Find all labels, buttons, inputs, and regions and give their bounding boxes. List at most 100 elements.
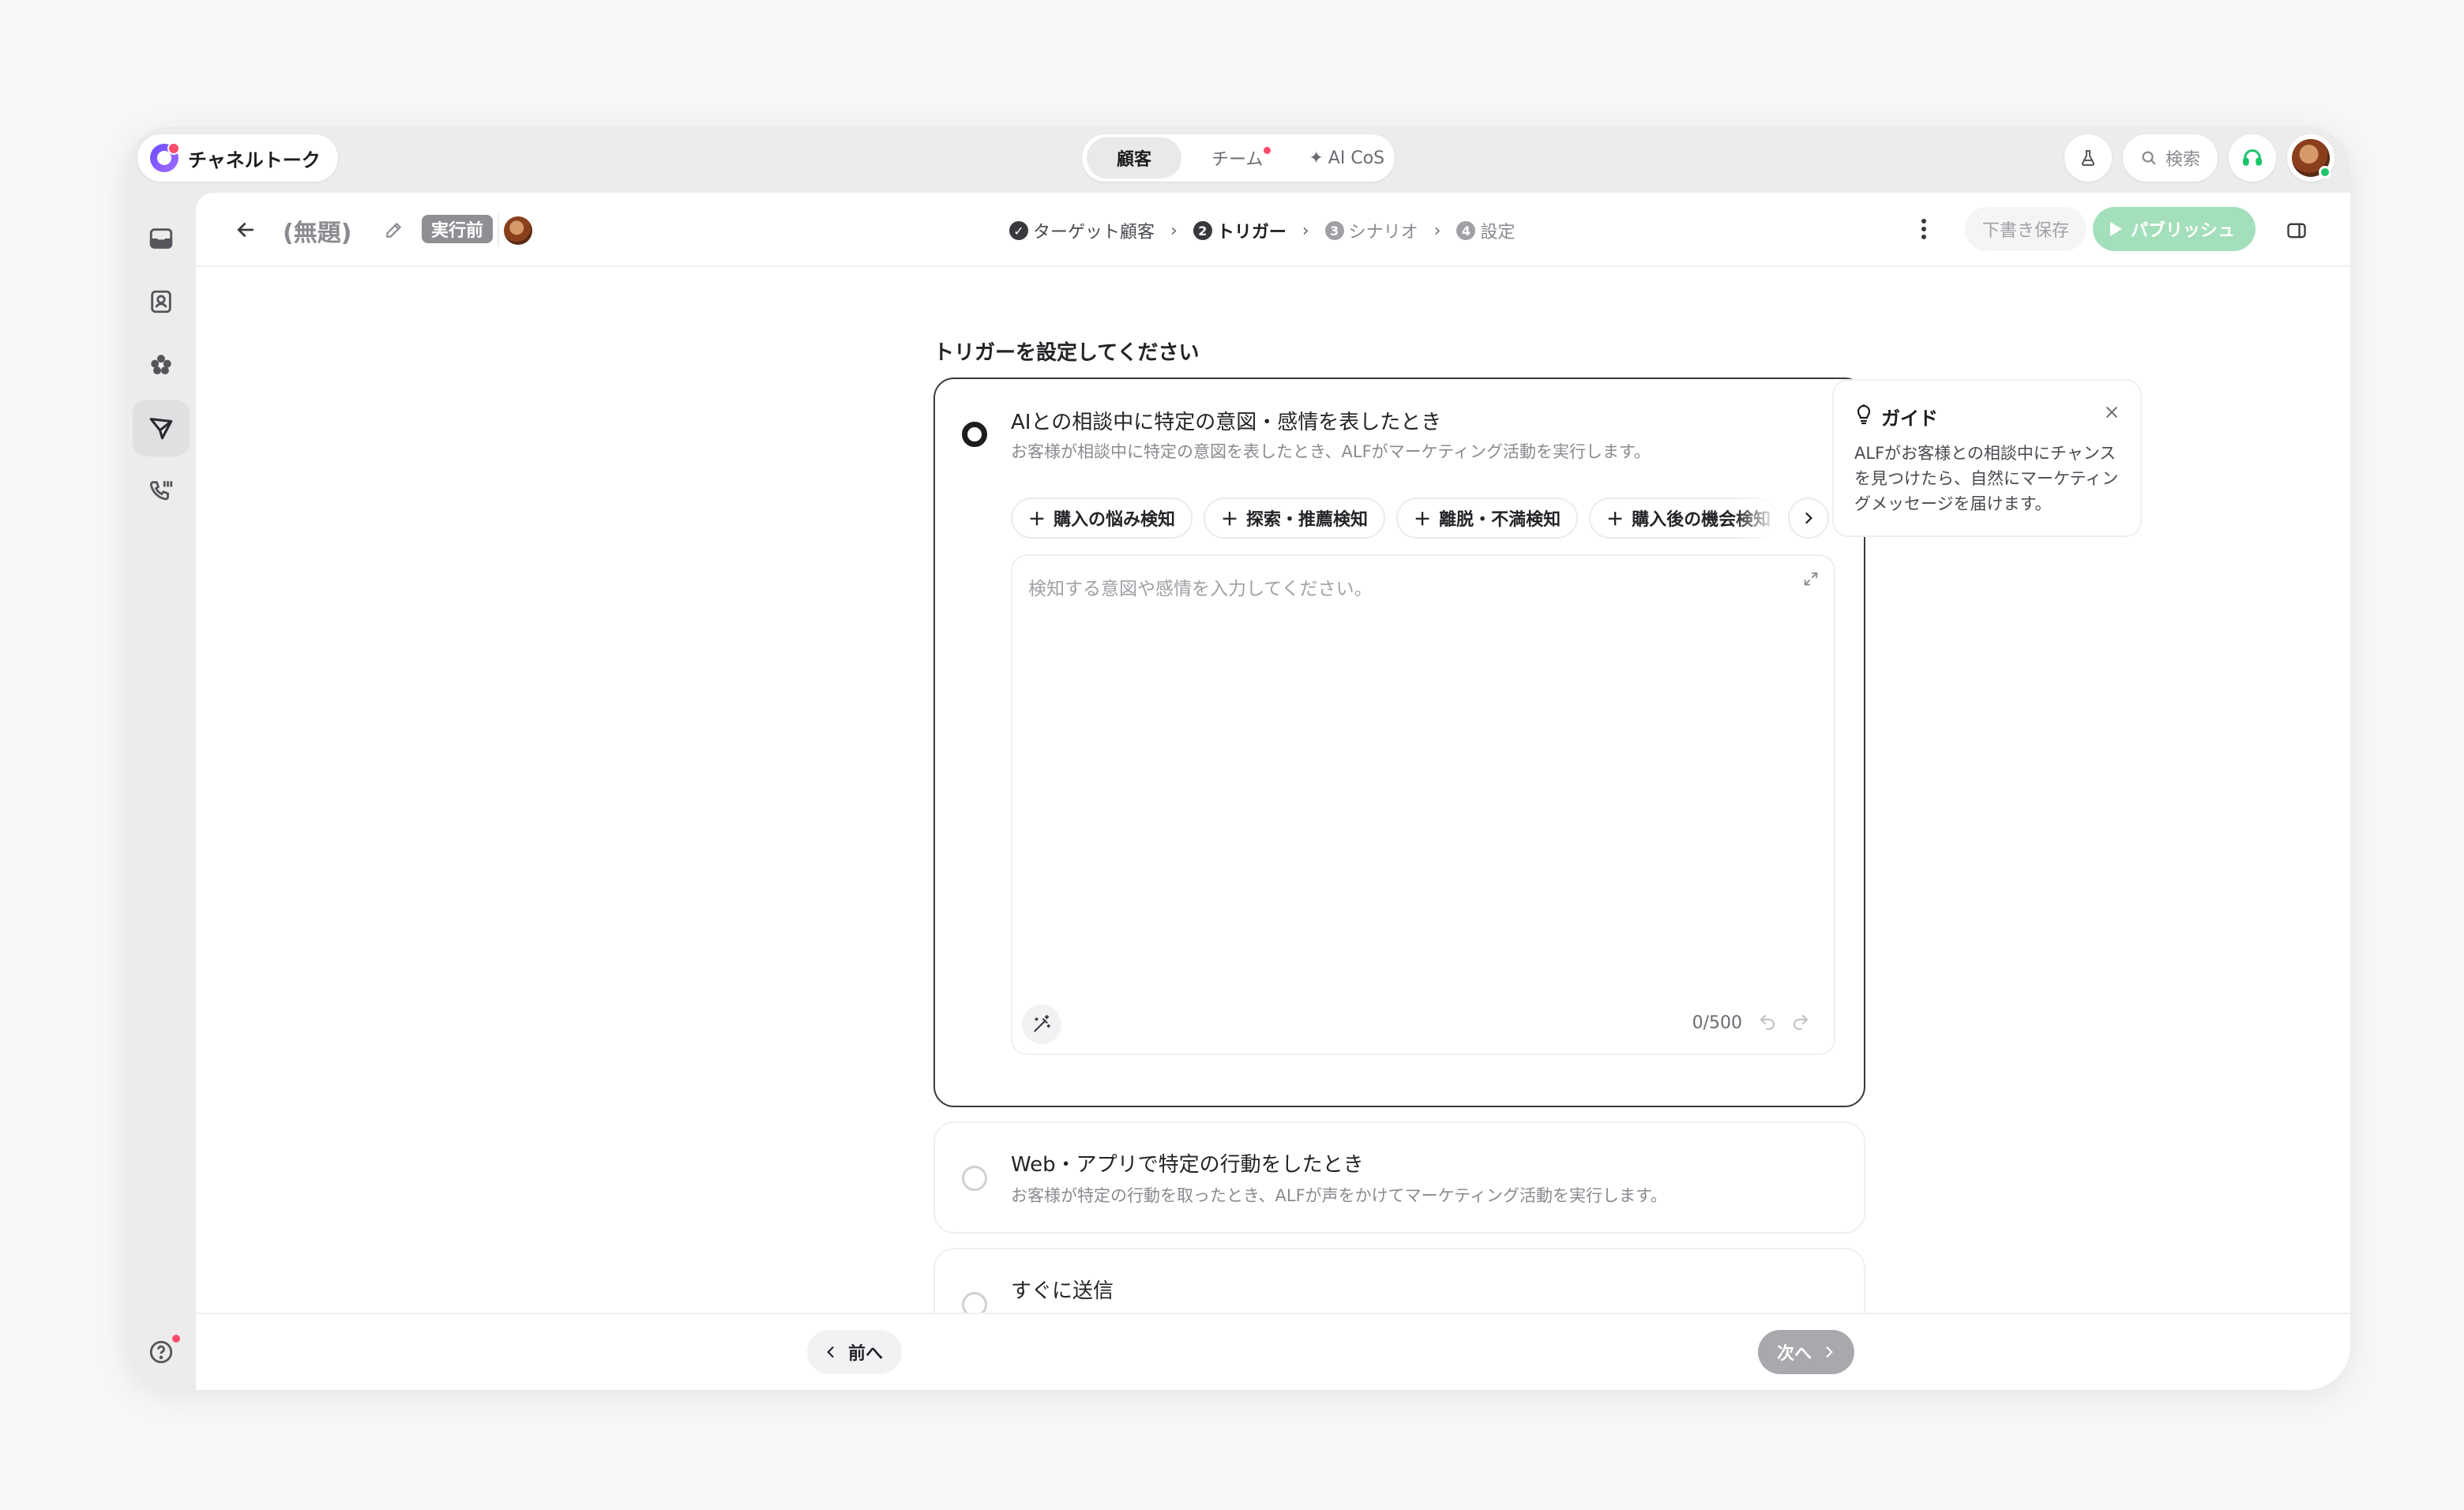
character-counter: 0/500 (1692, 1013, 1742, 1033)
next-label: 次へ (1777, 1344, 1812, 1364)
chip-label: 購入の悩み検知 (1054, 510, 1176, 530)
plus-icon: ＋ (1606, 510, 1625, 530)
rail-apps-button[interactable] (133, 336, 190, 393)
rail-phone-button[interactable] (133, 463, 190, 520)
send-icon (149, 418, 173, 440)
top-right-tools: 検索 (2064, 134, 2334, 182)
chevron-right-icon (1805, 513, 1812, 524)
redo-button[interactable] (1791, 1012, 1810, 1035)
labs-button[interactable] (2064, 134, 2112, 182)
sidebar-panel-icon (2287, 223, 2306, 239)
undo-icon (1760, 1015, 1775, 1030)
rail-inbox-button[interactable] (133, 210, 190, 267)
plus-icon: ＋ (1028, 510, 1046, 530)
back-button[interactable] (227, 212, 264, 248)
expand-icon (1804, 572, 1818, 586)
more-menu-button[interactable] (1908, 213, 1940, 245)
publish-button[interactable]: パブリッシュ (2093, 207, 2256, 251)
expand-button[interactable] (1802, 570, 1820, 591)
notification-dot (172, 1335, 180, 1343)
intent-textarea[interactable]: 検知する意図や感情を入力してください。 0/500 (1011, 554, 1835, 1055)
sparkle-icon: ✦ (1309, 148, 1324, 168)
wizard-footer: 前へ 次へ (196, 1313, 2350, 1390)
tab-ai-cos-label: AI CoS (1328, 148, 1385, 168)
step-settings[interactable]: 4 設定 (1456, 218, 1516, 243)
radio-unselected[interactable] (962, 1166, 987, 1191)
step-target-customers[interactable]: ✓ ターゲット顧客 (1009, 218, 1155, 243)
ai-assist-button[interactable] (1022, 1005, 1061, 1044)
flask-icon (2081, 150, 2095, 166)
previous-label: 前へ (848, 1344, 884, 1364)
owner-avatar[interactable] (504, 216, 532, 245)
chip-label: 離脱・不満検知 (1439, 510, 1561, 530)
step-check-icon: ✓ (1009, 221, 1028, 240)
rail-settings-button[interactable] (133, 1387, 190, 1390)
search-label: 検索 (2165, 150, 2200, 170)
rail-help-button[interactable] (133, 1324, 190, 1380)
guide-text: ALFがお客様との相談中にチャンスを見つけたら、自然にマーケティングメッセージを… (1854, 444, 2119, 513)
option-title: Web・アプリで特定の行動をしたとき (1011, 1153, 1364, 1177)
status-badge: 実行前 (422, 215, 494, 243)
tab-team[interactable]: チーム (1181, 137, 1293, 178)
textarea-placeholder: 検知する意図や感情を入力してください。 (1028, 579, 1373, 599)
rail-contacts-button[interactable] (133, 273, 190, 330)
inbox-icon (149, 228, 173, 249)
main-panel: (無題) 実行前 ✓ ターゲット顧客 › 2 トリガー › 3 シナリオ › 4… (196, 193, 2350, 1390)
tab-ai-cos[interactable]: ✦ AI CoS (1293, 137, 1399, 178)
undo-button[interactable] (1758, 1012, 1777, 1035)
tab-customers[interactable]: 顧客 (1087, 137, 1182, 178)
guide-panel: ガイド ALFがお客様との相談中にチャンスを見つけたら、自然にマーケティングメッ… (1832, 379, 2142, 537)
divider (498, 213, 499, 246)
chip-explore-recommend[interactable]: ＋ 探索・推薦検知 (1204, 498, 1386, 539)
option-title: すぐに送信 (1011, 1279, 1114, 1303)
preset-chips: ＋ 購入の悩み検知 ＋ 探索・推薦検知 ＋ 離脱・不満検知 ＋ 購入後の機会検知 (1011, 498, 1830, 539)
chip-label: 探索・推薦検知 (1246, 510, 1369, 530)
support-button[interactable] (2229, 134, 2276, 182)
chip-post-purchase[interactable]: ＋ 購入後の機会検知 (1589, 498, 1778, 539)
step-progress: ✓ ターゲット顧客 › 2 トリガー › 3 シナリオ › 4 設定 (1009, 215, 1516, 246)
workspace-switcher[interactable]: チャネルトーク (137, 134, 338, 182)
step-label: 設定 (1480, 223, 1516, 242)
publish-label: パブリッシュ (2131, 221, 2236, 241)
trigger-option-web-app-action[interactable]: Web・アプリで特定の行動をしたとき お客様が特定の行動を取ったとき、ALFが声… (933, 1121, 1865, 1234)
option-description: お客様が特定の行動を取ったとき、ALFが声をかけてマーケティング活動を実行します… (1011, 1186, 1667, 1205)
section-title: トリガーを設定してください (933, 341, 1200, 365)
radio-selected[interactable] (962, 422, 987, 447)
edit-title-button[interactable] (384, 220, 404, 243)
chip-purchase-concern[interactable]: ＋ 購入の悩み検知 (1011, 498, 1193, 539)
app-window: チャネルトーク 顧客 チーム ✦ AI CoS 検索 (無題) 実行前 ✓ ター… (126, 126, 2350, 1390)
app-name: チャネルトーク (188, 148, 321, 171)
guide-close-button[interactable] (2104, 404, 2120, 423)
play-icon (2110, 222, 2122, 236)
save-draft-button[interactable]: 下書き保存 (1965, 207, 2087, 251)
channel-talk-logo-icon (150, 142, 180, 172)
help-icon (149, 1340, 173, 1364)
step-trigger[interactable]: 2 トリガー (1193, 218, 1286, 243)
lightbulb-icon (1854, 404, 1873, 428)
chevron-right-icon: › (1170, 220, 1178, 241)
option-title: AIとの相談中に特定の意図・感情を表したとき (1011, 411, 1442, 434)
chevron-right-icon: › (1433, 220, 1441, 241)
search-icon (2142, 151, 2156, 165)
step-number: 2 (1193, 221, 1212, 240)
previous-button[interactable]: 前へ (807, 1330, 903, 1374)
option-description: お客様が相談中に特定の意図を表したとき、ALFがマーケティング活動を実行します。 (1011, 442, 1651, 461)
guide-title: ガイド (1881, 408, 1938, 430)
plus-icon: ＋ (1221, 510, 1239, 530)
step-label: ターゲット顧客 (1033, 223, 1155, 242)
rail-marketing-button[interactable] (133, 400, 190, 456)
chip-churn-dissatisfaction[interactable]: ＋ 離脱・不満検知 (1396, 498, 1579, 539)
plus-icon: ＋ (1414, 510, 1432, 530)
trigger-option-ai-intent[interactable]: AIとの相談中に特定の意図・感情を表したとき お客様が相談中に特定の意図を表した… (933, 378, 1865, 1107)
step-number: 3 (1324, 221, 1344, 240)
search-button[interactable]: 検索 (2122, 134, 2218, 182)
left-rail (126, 193, 196, 1390)
next-button[interactable]: 次へ (1758, 1330, 1855, 1374)
kebab-menu-icon (1921, 219, 1926, 239)
step-scenario[interactable]: 3 シナリオ (1324, 218, 1418, 243)
page-title[interactable]: (無題) (283, 213, 351, 248)
side-panel-toggle[interactable] (2281, 215, 2312, 246)
flower-icon (151, 355, 171, 375)
profile-button[interactable] (2287, 134, 2334, 182)
chips-scroll-right-button[interactable] (1788, 498, 1830, 539)
